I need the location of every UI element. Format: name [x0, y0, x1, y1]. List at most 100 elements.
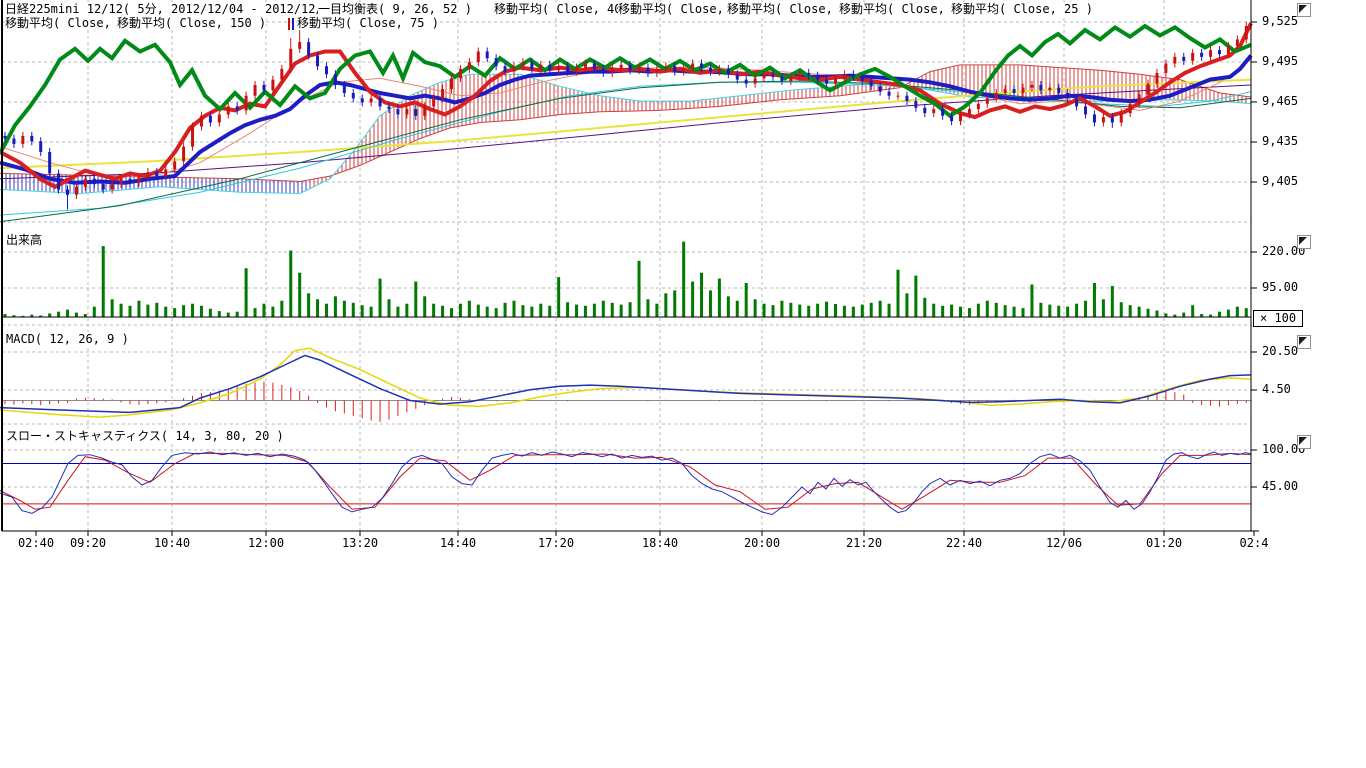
volume-bar — [1129, 305, 1132, 317]
candle-body — [66, 190, 69, 195]
volume-panel-title: 出来高 — [6, 233, 42, 247]
candle-body — [655, 69, 658, 73]
panel-collapse-icon[interactable] — [1297, 435, 1311, 449]
volume-bar — [593, 304, 596, 317]
volume-bar — [66, 310, 69, 317]
candle-body — [879, 86, 882, 91]
volume-bar — [441, 306, 444, 317]
stoch-percent-k — [0, 452, 1251, 515]
candle-body — [164, 169, 167, 176]
candle-body — [905, 96, 908, 101]
candle-body — [1013, 89, 1016, 93]
candle-body — [557, 66, 560, 70]
volume-bar — [1084, 301, 1087, 317]
candle-body — [825, 80, 828, 84]
candle-body — [700, 64, 703, 68]
candle-body — [575, 68, 578, 72]
stochastics-panel-title: スロー・ストキャスティクス( 14, 3, 80, 20 ) — [6, 429, 284, 443]
candle-body — [12, 139, 15, 144]
volume-bar — [923, 298, 926, 317]
chart-canvas[interactable] — [0, 0, 1366, 560]
volume-bar — [137, 301, 140, 317]
volume-bar — [1057, 306, 1060, 317]
triangle-nw-icon — [1299, 237, 1307, 245]
x-axis-label: 01:20 — [1146, 537, 1182, 550]
x-axis-label: 20:00 — [744, 537, 780, 550]
volume-bar — [111, 299, 114, 317]
panel-collapse-icon[interactable] — [1297, 335, 1311, 349]
candle-body — [245, 96, 248, 111]
volume-bar — [834, 304, 837, 317]
candle-body — [1022, 88, 1025, 93]
candle-body — [102, 184, 105, 189]
volume-bar — [200, 306, 203, 317]
candle-body — [146, 172, 149, 177]
volume-bar — [914, 276, 917, 317]
volume-bar — [825, 302, 828, 317]
candle-body — [129, 179, 132, 183]
volume-bar — [1075, 304, 1078, 317]
candle-body — [468, 62, 471, 69]
volume-bar — [209, 309, 212, 317]
volume-bar — [718, 279, 721, 317]
volume-bar — [861, 305, 864, 317]
volume-bar — [352, 303, 355, 317]
candle-body — [30, 136, 33, 141]
candle-body — [1200, 53, 1203, 57]
candle-body — [1147, 84, 1150, 95]
volume-bar — [254, 308, 257, 317]
candle-body — [566, 66, 569, 71]
macd-panel-title: MACD( 12, 26, 9 ) — [6, 332, 129, 346]
volume-bar — [182, 305, 185, 317]
volume-bar — [57, 312, 60, 317]
candle-body — [602, 69, 605, 73]
candle-body — [923, 108, 926, 113]
volume-bar — [387, 299, 390, 317]
candle-body — [236, 106, 239, 110]
volume-bar — [227, 313, 230, 317]
candle-body — [897, 96, 900, 97]
candle-body — [789, 77, 792, 81]
legend-item-line2-2: 移動平均( Close, 75 ) — [297, 16, 439, 30]
candle-body — [227, 106, 230, 114]
candle-body — [218, 114, 221, 122]
volume-bar — [575, 305, 578, 317]
x-axis-label: 09:20 — [70, 537, 106, 550]
candle-body — [200, 116, 203, 127]
volume-bar — [1155, 310, 1158, 317]
panel-collapse-icon[interactable] — [1297, 3, 1311, 17]
candle-body — [120, 179, 123, 184]
candle-body — [718, 69, 721, 72]
volume-bar — [504, 303, 507, 317]
volume-bar — [530, 307, 533, 317]
x-axis-label: 12:00 — [248, 537, 284, 550]
volume-bar — [655, 304, 658, 317]
volume-bar — [941, 306, 944, 317]
candle-body — [548, 65, 551, 70]
candle-body — [1048, 88, 1051, 91]
volume-bar — [888, 304, 891, 317]
volume-bar — [673, 290, 676, 317]
candle-body — [673, 66, 676, 71]
candle-body — [280, 69, 283, 80]
volume-bar — [932, 304, 935, 317]
volume-bar — [700, 273, 703, 317]
candle-body — [521, 62, 524, 66]
candle-body — [271, 80, 274, 91]
x-axis-label: 13:20 — [342, 537, 378, 550]
candle-body — [486, 51, 489, 58]
volume-bar — [75, 313, 78, 317]
candle-body — [289, 49, 292, 69]
candle-body — [1057, 88, 1060, 93]
volume-bar — [780, 301, 783, 317]
triangle-nw-icon — [1299, 5, 1307, 13]
candle-body — [1236, 39, 1239, 46]
candle-body — [1039, 85, 1042, 90]
candle-body — [379, 98, 382, 106]
volume-bar — [950, 305, 953, 317]
candle-body — [39, 141, 42, 152]
candle-body — [584, 64, 587, 68]
candle-body — [4, 136, 7, 139]
y-axis-label: 9,405 — [1262, 175, 1298, 188]
panel-collapse-icon[interactable] — [1297, 235, 1311, 249]
